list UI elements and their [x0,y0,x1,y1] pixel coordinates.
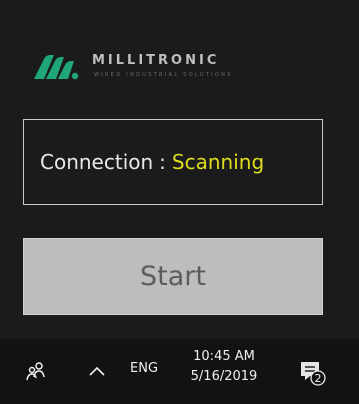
clock-date: 5/16/2019 [190,369,258,384]
people-icon[interactable] [24,359,48,383]
brand-tagline: WIRED INDUSTRIAL SOLUTIONS [94,72,233,78]
brand-name: MILLITRONIC [92,53,220,68]
start-button[interactable]: Start [23,238,323,315]
notification-icon[interactable]: 2 [297,357,327,387]
connection-status: Scanning [171,150,265,174]
connection-label: Connection [40,150,154,174]
clock-time: 10:45 AM [193,349,255,364]
windows-taskbar: ENG 10:45 AM 5/16/2019 2 [0,339,359,404]
language-indicator[interactable]: ENG [130,361,158,376]
logo-mark-icon [34,55,79,80]
connection-separator: : [159,150,166,174]
app-popup: MILLITRONIC WIRED INDUSTRIAL SOLUTIONS C… [0,0,359,339]
notification-count: 2 [315,372,322,385]
system-clock[interactable]: 10:45 AM 5/16/2019 [184,347,264,387]
brand-logo: MILLITRONIC WIRED INDUSTRIAL SOLUTIONS [30,48,230,84]
connection-status-box: Connection : Scanning [23,119,323,205]
chevron-up-icon[interactable] [86,360,108,382]
